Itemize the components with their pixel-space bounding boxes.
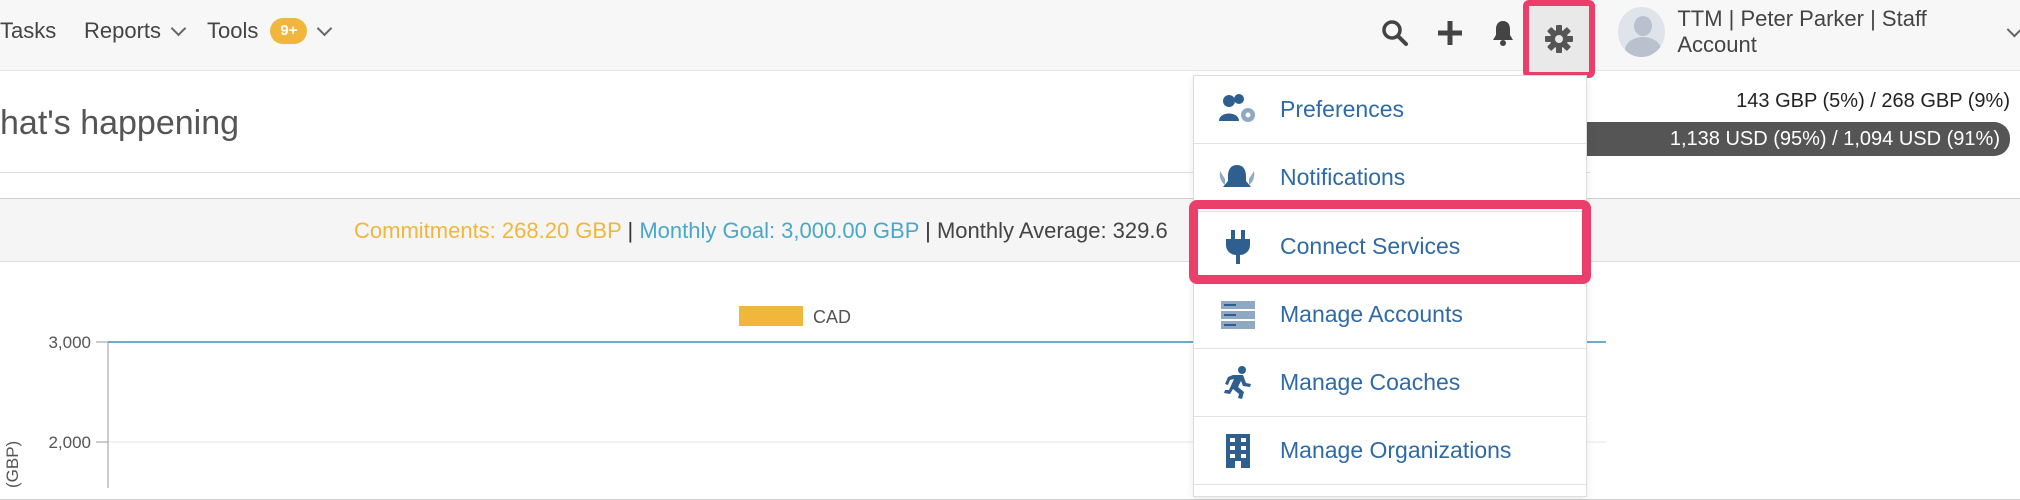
gear-icon (1545, 25, 1573, 53)
menu-item-connect-services[interactable]: Connect Services (1194, 213, 1586, 281)
y-tick-label: 2,000 (48, 433, 91, 452)
menu-item-label: Connect Services (1280, 233, 1461, 259)
summary-separator: | (925, 218, 931, 243)
nav-tools-label: Tools (207, 18, 259, 43)
chevron-down-icon (2007, 21, 2020, 37)
add-button[interactable] (1431, 14, 1469, 52)
summary-separator: | (627, 218, 634, 243)
top-navbar: Tasks Reports Tools 9+ TTM | Peter Parke… (0, 0, 2020, 78)
user-menu[interactable]: TTM | Peter Parker | Staff Account (1618, 6, 2020, 57)
nav-tools[interactable]: Tools 9+ (207, 0, 333, 62)
menu-item-manage-accounts[interactable]: Manage Accounts (1194, 281, 1586, 349)
settings-dropdown: Preferences Notifications Connect Servic… (1193, 75, 1587, 497)
nav-tasks-label: Tasks (0, 18, 57, 43)
plug-icon (1216, 225, 1260, 269)
stat-usd-line: 1,138 USD (95%) / 1,094 USD (91%) (1669, 127, 2000, 150)
menu-item-label: Manage Coaches (1280, 369, 1461, 395)
tools-count-badge: 9+ (270, 18, 308, 44)
notifications-button[interactable] (1484, 14, 1522, 52)
running-person-icon (1216, 361, 1260, 405)
user-label: TTM | Peter Parker | Staff Account (1677, 6, 1927, 57)
page-title: hat's happening (0, 104, 240, 142)
search-icon (1382, 20, 1408, 46)
monthly-average-text: Monthly Average: 329.6 (936, 218, 1168, 243)
commitments-text: Commitments: 268.20 GBP (354, 218, 622, 243)
legend-label-cad: CAD (813, 307, 851, 327)
chevron-down-icon (317, 20, 333, 36)
menu-item-label: Preferences (1280, 96, 1405, 122)
building-icon (1216, 429, 1260, 473)
summary-line: Commitments: 268.20 GBP | Monthly Goal: … (354, 218, 1168, 244)
menu-item-label: Manage Organizations (1280, 437, 1512, 463)
stat-gbp-line: 143 GBP (5%) / 268 GBP (9%) (1736, 90, 2010, 112)
legend-swatch-cad (739, 306, 803, 326)
server-icon (1216, 293, 1260, 337)
menu-item-notifications[interactable]: Notifications (1194, 144, 1586, 212)
nav-reports-label: Reports (84, 18, 162, 43)
menu-item-manage-organizations[interactable]: Manage Organizations (1194, 417, 1586, 485)
chevron-down-icon (170, 20, 187, 36)
avatar (1618, 7, 1666, 57)
stat-usd-bar: 1,138 USD (95%) / 1,094 USD (91%) (1585, 122, 2010, 156)
search-button[interactable] (1376, 14, 1414, 52)
y-axis-label: (GBP) (3, 441, 22, 488)
plus-icon (1438, 21, 1462, 45)
bell-icon (1493, 21, 1513, 46)
bells-icon (1216, 156, 1260, 200)
menu-item-preferences[interactable]: Preferences (1194, 76, 1586, 144)
menu-item-manage-coaches[interactable]: Manage Coaches (1194, 349, 1586, 417)
menu-item-label: Notifications (1280, 164, 1406, 190)
monthly-goal-text: Monthly Goal: 3,000.00 GBP (639, 218, 919, 243)
nav-reports[interactable]: Reports (84, 0, 187, 62)
menu-item-label: Manage Accounts (1280, 301, 1463, 327)
y-tick-label: 3,000 (48, 333, 91, 352)
users-gear-icon (1216, 88, 1260, 132)
nav-tasks[interactable]: Tasks (0, 0, 56, 62)
settings-button[interactable] (1523, 0, 1595, 78)
